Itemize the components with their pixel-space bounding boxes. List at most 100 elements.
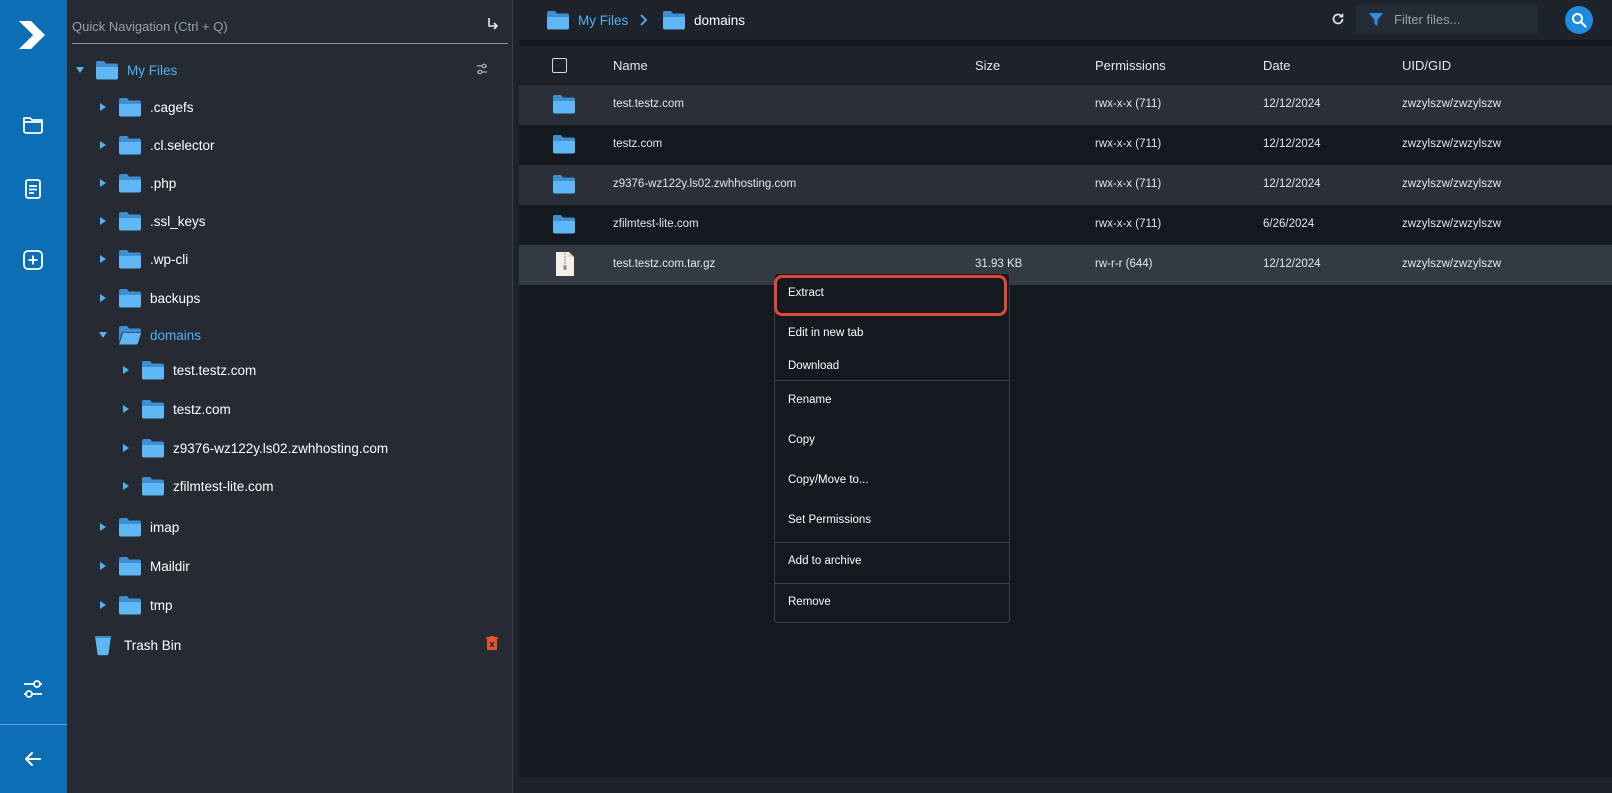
archive-file-icon (556, 252, 574, 276)
caret-down-icon[interactable] (75, 65, 85, 75)
breadcrumb-domains[interactable]: domains (662, 9, 745, 31)
tree-item-test-testz[interactable]: test.testz.com (121, 355, 256, 385)
file-list-area: My Files domains Name Size Permissions D… (519, 0, 1612, 793)
caret-right-icon[interactable] (98, 600, 108, 610)
chevron-right-icon (640, 14, 648, 26)
header-size[interactable]: Size (975, 58, 1000, 73)
add-icon[interactable] (20, 247, 46, 273)
folder-icon[interactable] (20, 111, 46, 137)
tree-item-maildir[interactable]: Maildir (98, 551, 190, 581)
tree-item-trash-bin[interactable]: Trash Bin (94, 630, 181, 660)
tree-item-domains[interactable]: domains (98, 320, 201, 350)
logo-icon[interactable] (17, 17, 49, 53)
enter-icon[interactable] (486, 16, 500, 32)
folder-icon (119, 289, 141, 308)
caret-right-icon[interactable] (121, 481, 131, 491)
folder-icon (119, 98, 141, 117)
table-row[interactable]: testz.com rwx-x-x (711) 12/12/2024 zwzylszw… (519, 125, 1612, 165)
tree-item-imap[interactable]: imap (98, 512, 179, 542)
menu-item-copy-move[interactable]: Copy/Move to... (775, 465, 1009, 495)
tree-item-label: backups (150, 290, 201, 306)
breadcrumb-current-label: domains (694, 12, 746, 28)
horizontal-scrollbar[interactable] (519, 777, 1612, 793)
tree-item-label: .wp-cli (150, 251, 189, 267)
breadcrumb-my-files[interactable]: My Files (546, 9, 628, 31)
caret-right-icon[interactable] (121, 365, 131, 375)
app-rail (0, 0, 67, 793)
tree-item-label: My Files (127, 62, 178, 78)
menu-item-remove[interactable]: Remove (775, 587, 1009, 617)
tree-item-zfilmtest[interactable]: zfilmtest-lite.com (121, 471, 274, 501)
tree-item-label: Maildir (150, 558, 190, 574)
tree-item-label: .cagefs (150, 99, 194, 115)
tree-item-z9376[interactable]: z9376-wz122y.ls02.zwhhosting.com (121, 433, 388, 463)
folder-icon (119, 557, 141, 576)
menu-item-edit-new-tab[interactable]: Edit in new tab (775, 318, 1009, 348)
caret-right-icon[interactable] (98, 561, 108, 571)
table-row[interactable]: z9376-wz122y.ls02.zwhhosting.com rwx-x-x … (519, 165, 1612, 205)
tree-item-ssl-keys[interactable]: .ssl_keys (98, 206, 206, 236)
menu-item-download[interactable]: Download (775, 351, 1009, 381)
caret-right-icon[interactable] (98, 522, 108, 532)
table-row[interactable]: test.testz.com.tar.gz 31.93 KB rw-r-r (644… (519, 245, 1612, 285)
cell-date: 12/12/2024 (1263, 138, 1321, 150)
settings-icon[interactable] (20, 676, 46, 702)
menu-separator (775, 542, 1009, 543)
select-all-checkbox[interactable] (552, 58, 567, 73)
caret-right-icon[interactable] (98, 254, 108, 264)
table-row[interactable]: test.testz.com rwx-x-x (711) 12/12/2024 zwz… (519, 85, 1612, 125)
tree-item-cagefs[interactable]: .cagefs (98, 92, 194, 122)
folder-icon (142, 439, 164, 458)
caret-right-icon[interactable] (121, 404, 131, 414)
tree-item-tmp[interactable]: tmp (98, 590, 173, 620)
menu-item-rename[interactable]: Rename (775, 385, 1009, 415)
tree-item-label: .php (150, 175, 177, 191)
tree-item-my-files[interactable]: My Files (75, 55, 177, 85)
folder-icon (142, 477, 164, 496)
folder-icon (119, 596, 141, 615)
tree-item-testz[interactable]: testz.com (121, 394, 231, 424)
cell-permissions: rwx-x-x (711) (1095, 138, 1162, 150)
quick-navigation-input[interactable] (72, 14, 472, 39)
header-uid[interactable]: UID/GID (1402, 58, 1451, 73)
tree-item-cl-selector[interactable]: .cl.selector (98, 130, 215, 160)
menu-item-add-to-archive[interactable]: Add to archive (775, 546, 1009, 576)
folder-icon (547, 11, 569, 30)
table-header: Name Size Permissions Date UID/GID (519, 46, 1612, 84)
cell-date: 12/12/2024 (1263, 98, 1321, 110)
folder-icon (142, 400, 164, 419)
tree-item-php[interactable]: .php (98, 168, 176, 198)
caret-right-icon[interactable] (98, 293, 108, 303)
cell-uid: zwzylszw/zwzylszw (1402, 258, 1502, 270)
refresh-icon[interactable] (1331, 12, 1345, 26)
tree-item-wp-cli[interactable]: .wp-cli (98, 244, 188, 274)
tree-item-label: .ssl_keys (150, 213, 206, 229)
trash-icon (95, 636, 111, 656)
filter-input[interactable] (1394, 12, 1534, 27)
menu-item-set-permissions[interactable]: Set Permissions (775, 505, 1009, 535)
table-row[interactable]: zfilmtest-lite.com rwx-x-x (711) 6/26/2024… (519, 205, 1612, 245)
caret-right-icon[interactable] (98, 102, 108, 112)
caret-right-icon[interactable] (98, 140, 108, 150)
search-button[interactable] (1565, 6, 1593, 34)
header-name[interactable]: Name (613, 58, 648, 73)
caret-right-icon[interactable] (98, 216, 108, 226)
menu-item-extract[interactable]: Extract (775, 278, 1009, 308)
document-icon[interactable] (20, 176, 46, 202)
caret-down-icon[interactable] (98, 330, 108, 340)
tree-item-label: test.testz.com (173, 362, 257, 378)
caret-right-icon[interactable] (98, 178, 108, 188)
empty-trash-icon[interactable] (486, 636, 498, 651)
tree-settings-icon[interactable] (476, 62, 488, 76)
folder-tree-panel: My Files .cagefs .cl.selector .php .ssl_keys… (67, 0, 513, 793)
back-arrow-icon[interactable] (20, 746, 46, 772)
folder-icon (119, 250, 141, 269)
cell-permissions: rwx-x-x (711) (1095, 218, 1162, 230)
filter-icon (1369, 12, 1383, 26)
header-date[interactable]: Date (1263, 58, 1290, 73)
caret-right-icon[interactable] (121, 443, 131, 453)
header-permissions[interactable]: Permissions (1095, 58, 1166, 73)
menu-item-copy[interactable]: Copy (775, 425, 1009, 455)
tree-item-backups[interactable]: backups (98, 283, 200, 313)
cell-uid: zwzylszw/zwzylszw (1402, 138, 1502, 150)
